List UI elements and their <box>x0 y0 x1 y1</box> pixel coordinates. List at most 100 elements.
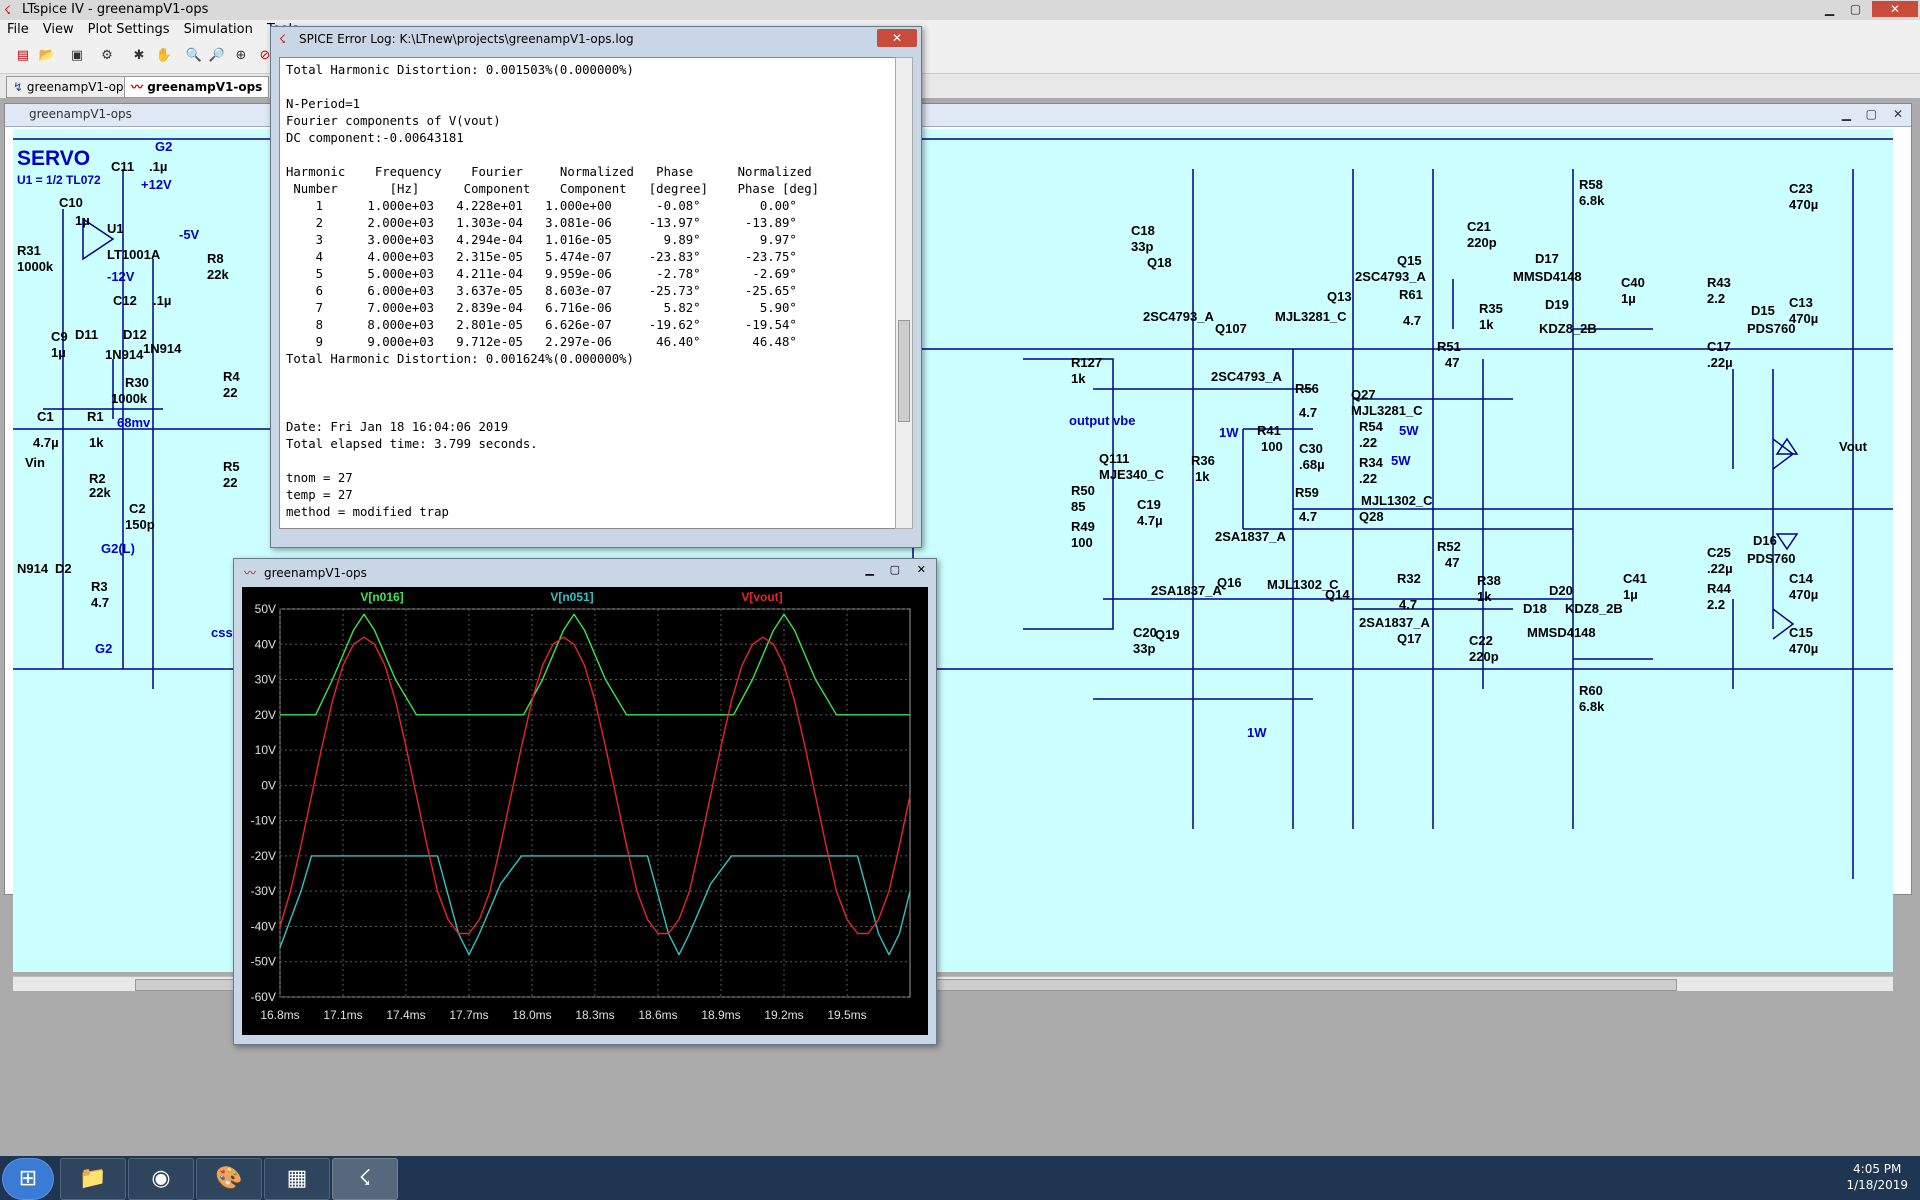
d18-label: D18 <box>1523 601 1547 616</box>
c9-label: C9 <box>51 329 68 344</box>
c22-value: 220p <box>1469 649 1499 664</box>
new-schematic-icon[interactable]: ▤ <box>14 47 32 65</box>
c15-label: C15 <box>1789 625 1813 640</box>
ltspice-log-icon: ☇ <box>279 32 286 46</box>
firefox-taskbar-icon[interactable]: ◉ <box>128 1158 194 1200</box>
css-label: css <box>211 625 233 640</box>
maximize-button[interactable]: ▢ <box>1843 1 1868 17</box>
r34-label: R34 <box>1359 455 1383 470</box>
c13-value: 470µ <box>1789 311 1819 326</box>
2sa1837-q17: 2SA1837_A <box>1359 615 1430 630</box>
d2-label: D2 <box>55 561 72 576</box>
schematic-minimize-button[interactable]: ▁ <box>1842 107 1851 121</box>
c30-label: C30 <box>1299 441 1323 456</box>
r41-label: R41 <box>1257 423 1281 438</box>
y-tick-label: -40V <box>251 919 276 933</box>
tab-schematic[interactable]: ↯ greenampV1-ops <box>6 76 137 98</box>
zoom-in-icon[interactable]: 🔍 <box>185 47 203 65</box>
pan-icon[interactable]: ✋ <box>155 47 173 65</box>
d15-label: D15 <box>1751 303 1775 318</box>
r35-label: R35 <box>1479 301 1503 316</box>
waveform-restore-button[interactable]: ▢ <box>890 563 900 576</box>
error-log-text-area[interactable]: Total Harmonic Distortion: 0.001503%(0.0… <box>279 57 897 529</box>
notepad-taskbar-icon[interactable]: ▦ <box>264 1158 330 1200</box>
q13-label: Q13 <box>1327 289 1352 304</box>
y-tick-label: -20V <box>251 849 276 863</box>
zoom-out-icon[interactable]: 🔎 <box>208 47 226 65</box>
r51-value: 47 <box>1445 355 1460 370</box>
r50-value: 85 <box>1071 499 1086 514</box>
r49-value: 100 <box>1071 535 1093 550</box>
menu-simulation[interactable]: Simulation <box>177 20 260 39</box>
control-panel-icon[interactable]: ⚙ <box>98 47 116 65</box>
c17-label: C17 <box>1707 339 1731 354</box>
r32-value: 4.7 <box>1399 597 1418 612</box>
minimize-button[interactable]: ▁ <box>1817 1 1842 17</box>
c13-label: C13 <box>1789 295 1813 310</box>
y-tick-label: -10V <box>251 814 276 828</box>
legend-entry: V[n051] <box>550 590 593 604</box>
c10-label: C10 <box>59 195 83 210</box>
c30-value: .68µ <box>1299 457 1325 472</box>
taskbar-clock[interactable]: 4:05 PM 1/18/2019 <box>1846 1161 1908 1193</box>
explorer-taskbar-icon[interactable]: 📁 <box>60 1158 126 1200</box>
d11-label: D11 <box>75 327 99 342</box>
r36-value: 1k <box>1195 469 1210 484</box>
r3-label: R3 <box>91 579 108 594</box>
g2-bottom-label: G2 <box>95 641 113 656</box>
r43-value: 2.2 <box>1707 291 1726 306</box>
minus5v-label: -5V <box>179 227 200 242</box>
error-log-scroll-thumb[interactable] <box>898 320 910 422</box>
menu-file[interactable]: File <box>0 20 36 39</box>
waveform-plot-area[interactable]: 50V 40V 30V 20V 10V 0V -10V -20V -30V -40V -50V -60… <box>242 587 928 1035</box>
c21-label: C21 <box>1467 219 1491 234</box>
d20-label: D20 <box>1549 583 1573 598</box>
c11-value: .1µ <box>149 159 168 174</box>
d12-value: 1N914 <box>143 341 182 356</box>
r52-value: 47 <box>1445 555 1460 570</box>
tab-waveform[interactable]: 〰 greenampV1-ops <box>124 76 270 98</box>
r32-label: R32 <box>1397 571 1421 586</box>
schematic-restore-button[interactable]: ▢ <box>1866 107 1877 121</box>
vin-label: Vin <box>25 455 45 470</box>
r34-value: .22 <box>1359 471 1378 486</box>
c14-label: C14 <box>1789 571 1813 586</box>
legend-entry: V[n016] <box>360 590 403 604</box>
g2-label: G2 <box>155 139 173 154</box>
r31-value: 1000k <box>17 259 54 274</box>
c1-value: 4.7µ <box>33 435 59 450</box>
paint-taskbar-icon[interactable]: 🎨 <box>196 1158 262 1200</box>
y-tick-label: -60V <box>251 990 276 1004</box>
r54-label: R54 <box>1359 419 1383 434</box>
c1-label: C1 <box>37 409 54 424</box>
mjl1302-q28: MJL1302_C <box>1361 493 1433 508</box>
error-log-close-button[interactable]: ✕ <box>877 29 917 47</box>
save-icon[interactable]: ▣ <box>68 47 86 65</box>
y-tick-label: -50V <box>251 955 276 969</box>
c41-label: C41 <box>1623 571 1647 586</box>
close-button[interactable]: ✕ <box>1872 1 1918 17</box>
schematic-close-button[interactable]: ✕ <box>1893 107 1903 121</box>
menu-view[interactable]: View <box>36 20 81 39</box>
waveform-window-title: greenampV1-ops <box>264 566 367 580</box>
c23-value: 470µ <box>1789 197 1819 212</box>
y-tick-label: 0V <box>261 778 276 792</box>
waveform-close-button[interactable]: ✕ <box>917 563 926 576</box>
plot-frame <box>279 608 911 998</box>
error-log-vertical-scrollbar[interactable] <box>895 57 913 529</box>
waveform-minimize-button[interactable]: ▁ <box>866 563 874 576</box>
x-tick-label: 17.1ms <box>323 1008 362 1022</box>
d11-value: 1N914 <box>105 347 144 362</box>
y-tick-label: 50V <box>255 602 276 616</box>
start-button[interactable]: ⊞ <box>2 1158 54 1200</box>
r2-value: 22k <box>89 485 111 500</box>
zoom-fit-icon[interactable]: ⊕ <box>232 47 250 65</box>
c22-label: C22 <box>1469 633 1493 648</box>
menu-plot-settings[interactable]: Plot Settings <box>81 20 177 39</box>
run-icon[interactable]: ✱ <box>130 47 148 65</box>
pds760-d16: PDS760 <box>1747 551 1796 566</box>
open-icon[interactable]: 📂 <box>38 47 56 65</box>
r51-label: R51 <box>1437 339 1461 354</box>
ltspice-taskbar-icon[interactable]: ☇ <box>332 1158 398 1200</box>
servo-label: SERVO <box>17 147 91 170</box>
